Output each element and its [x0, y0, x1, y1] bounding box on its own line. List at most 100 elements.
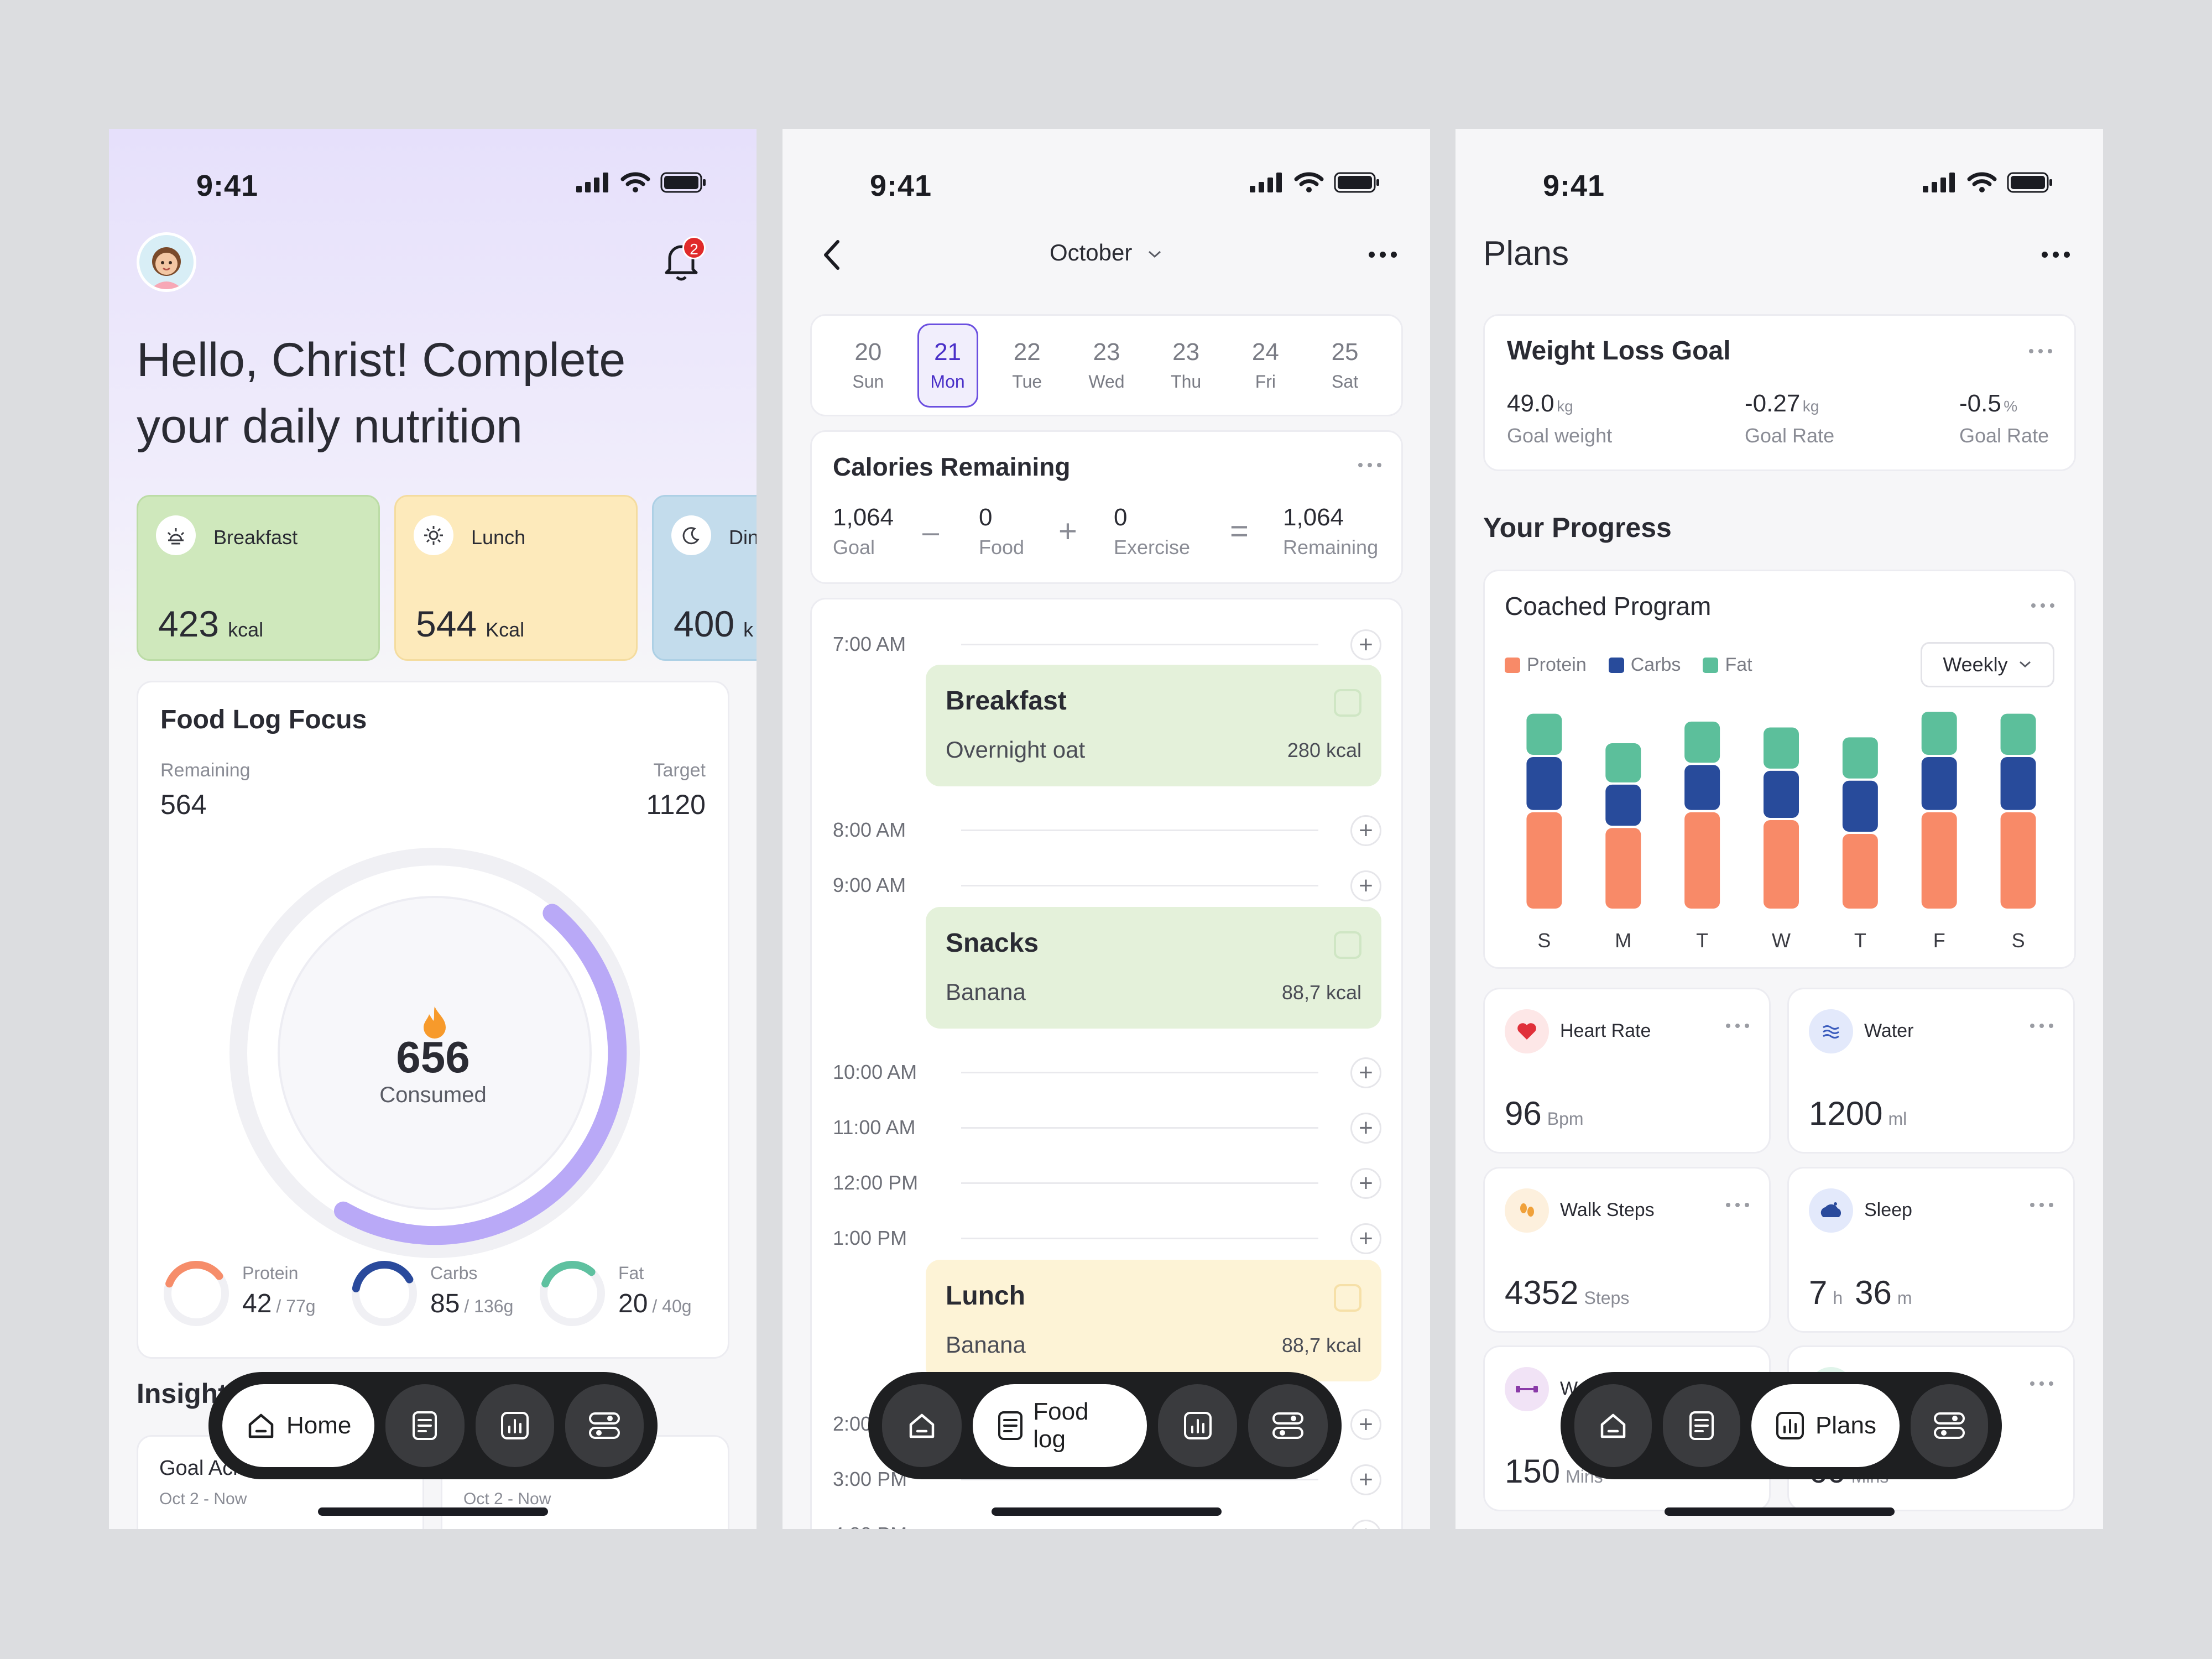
day-name: Tue — [1012, 372, 1042, 392]
nav-settings-button[interactable] — [565, 1384, 644, 1467]
bar-segment-protein — [1842, 833, 1878, 909]
meal-value: 423 — [158, 603, 220, 644]
day-item[interactable]: 24 Fri — [1235, 324, 1296, 408]
add-entry-button[interactable]: + — [1350, 870, 1381, 901]
nav-home-button[interactable] — [1574, 1384, 1652, 1467]
weight-loss-card[interactable]: Weight Loss Goal 49.0 kg Goal weight -0.… — [1483, 314, 2076, 471]
x-tick-label: S — [1537, 929, 1551, 952]
day-item[interactable]: 23 Thu — [1156, 324, 1217, 408]
nav-foodlog-button[interactable] — [385, 1384, 465, 1467]
meal-entry-lunch[interactable]: Lunch Banana 88,7 kcal — [926, 1260, 1381, 1381]
add-entry-button[interactable]: + — [1350, 1464, 1381, 1495]
add-entry-button[interactable]: + — [1350, 1113, 1381, 1144]
more-icon[interactable] — [1358, 463, 1381, 467]
time-label: 7:00 AM — [833, 633, 906, 655]
more-icon[interactable] — [1726, 1024, 1749, 1028]
more-icon[interactable] — [2030, 1024, 2053, 1028]
entry-checkbox[interactable] — [1334, 931, 1361, 959]
entry-checkbox[interactable] — [1334, 1284, 1361, 1312]
nav-foodlog-button[interactable]: Food log — [972, 1384, 1147, 1467]
card-title: Calories Remaining — [833, 452, 1071, 481]
footsteps-icon — [1505, 1188, 1549, 1233]
nav-plans-button[interactable]: Plans — [1751, 1384, 1900, 1467]
bar-segment-carbs — [1921, 757, 1957, 810]
home-screen: 9:41 2 Hello, Christ! Complete your dail… — [109, 129, 757, 1529]
more-icon[interactable] — [1726, 1203, 1749, 1207]
remaining-value: 1,064 — [1283, 504, 1344, 531]
bar-segment-carbs — [1842, 780, 1878, 832]
month-selector[interactable]: October — [782, 239, 1430, 266]
entry-checkbox[interactable] — [1334, 689, 1361, 717]
day-item[interactable]: 22 Tue — [997, 324, 1057, 408]
day-number: 23 — [1093, 338, 1120, 366]
legend-item: Fat — [1703, 654, 1752, 676]
more-icon[interactable] — [2030, 1381, 2053, 1386]
period-dropdown[interactable]: Weekly — [1921, 642, 2054, 687]
more-icon[interactable] — [2029, 349, 2052, 353]
metric-card-water[interactable]: Water 1200 ml — [1787, 988, 2075, 1154]
bar-segment-carbs — [1605, 784, 1641, 826]
wifi-icon — [1967, 172, 1997, 192]
macro-amount: 20/ 40g — [618, 1288, 692, 1319]
metric-card-sleep[interactable]: Sleep 7 h 36 m — [1787, 1167, 2075, 1333]
notification-bell-button[interactable]: 2 — [662, 236, 706, 288]
metric-reading: 1200 ml — [1809, 1094, 1907, 1133]
bottom-nav: Home — [208, 1372, 658, 1479]
time-label: 11:00 AM — [833, 1116, 916, 1139]
nav-home-button[interactable] — [882, 1384, 962, 1467]
metric-value: 1200 — [1809, 1095, 1883, 1132]
add-entry-button[interactable]: + — [1350, 1223, 1381, 1254]
add-entry-button[interactable]: + — [1350, 1057, 1381, 1088]
more-icon[interactable] — [1369, 252, 1397, 258]
add-entry-button[interactable]: + — [1350, 815, 1381, 846]
status-time: 9:41 — [196, 169, 259, 202]
add-entry-button[interactable]: + — [1350, 629, 1381, 660]
day-item[interactable]: 20 Sun — [838, 324, 899, 408]
nav-plans-button[interactable] — [475, 1384, 554, 1467]
day-selected[interactable]: 21 Mon — [917, 323, 978, 408]
sun-icon — [414, 515, 453, 555]
avatar[interactable] — [137, 232, 196, 292]
day-item[interactable]: 23 Wed — [1076, 324, 1137, 408]
nav-foodlog-button[interactable] — [1662, 1384, 1740, 1467]
meal-kcal: 544 Kcal — [416, 603, 524, 645]
macro-value: 85 — [430, 1289, 460, 1318]
metric-card-walk-steps[interactable]: Walk Steps 4352 Steps — [1483, 1167, 1771, 1333]
add-entry-button[interactable]: + — [1350, 1409, 1381, 1440]
bar-segment-carbs — [1764, 770, 1799, 818]
entry-kcal: 88,7 kcal — [1281, 1334, 1361, 1357]
metric-card-heart-rate[interactable]: Heart Rate 96 Bpm — [1483, 988, 1771, 1154]
meal-card-dinner[interactable]: Din 400 k — [652, 495, 757, 661]
meal-card-breakfast[interactable]: Breakfast 423 kcal — [137, 495, 380, 661]
x-tick-label: T — [1854, 929, 1866, 952]
metric-value: 4352 — [1505, 1274, 1579, 1311]
nav-settings-button[interactable] — [1911, 1384, 1988, 1467]
wifi-icon — [620, 172, 650, 192]
metric-unit: ml — [1888, 1109, 1907, 1129]
more-icon[interactable] — [2030, 1203, 2053, 1207]
more-icon[interactable] — [2031, 603, 2054, 608]
day-number: 21 — [934, 338, 962, 366]
day-item[interactable]: 25 Sat — [1314, 324, 1375, 408]
more-icon[interactable] — [2042, 252, 2070, 258]
food-log-screen: 9:41 October 20 Sun 21 Mon 22 Tue 23 Wed 23 Thu 24… — [782, 129, 1430, 1529]
nav-settings-button[interactable] — [1248, 1384, 1328, 1467]
nav-plans-button[interactable] — [1157, 1384, 1238, 1467]
meal-card-lunch[interactable]: Lunch 544 Kcal — [394, 495, 638, 661]
remaining-label: Remaining — [160, 760, 251, 781]
bottom-nav: Food log — [868, 1372, 1342, 1479]
meal-entry-breakfast[interactable]: Breakfast Overnight oat 280 kcal — [926, 665, 1381, 786]
battery-icon — [660, 172, 706, 193]
meal-entry-snacks[interactable]: Snacks Banana 88,7 kcal — [926, 907, 1381, 1029]
nav-label: Home — [286, 1412, 352, 1439]
meal-value: 400 — [674, 603, 735, 644]
legend-label: Protein — [1527, 654, 1587, 675]
macro-target: / 40g — [652, 1296, 692, 1316]
bar-segment-protein — [1764, 820, 1799, 909]
battery-icon — [1334, 172, 1379, 193]
entry-item: Banana — [946, 979, 1026, 1005]
add-entry-button[interactable]: + — [1350, 1520, 1381, 1529]
x-tick-label: F — [1933, 929, 1945, 952]
add-entry-button[interactable]: + — [1350, 1168, 1381, 1199]
nav-home-button[interactable]: Home — [222, 1384, 375, 1467]
